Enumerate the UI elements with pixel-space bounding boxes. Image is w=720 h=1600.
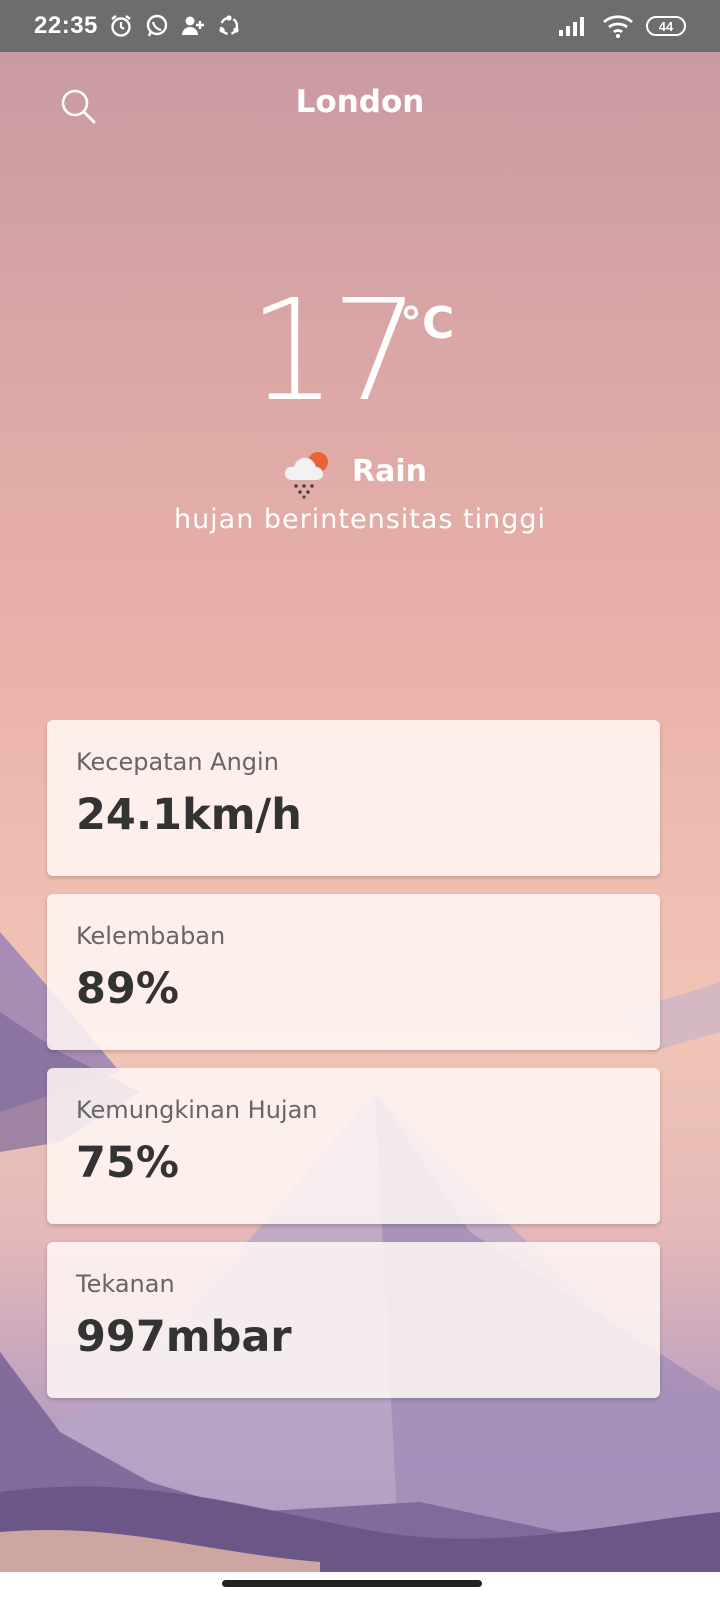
home-indicator[interactable] bbox=[222, 1580, 482, 1587]
battery-icon: 44 bbox=[646, 16, 686, 36]
stat-card-wind-speed: Kecepatan Angin 24.1km/h bbox=[47, 720, 660, 876]
person-add-icon bbox=[180, 13, 206, 39]
status-right: 44 bbox=[558, 14, 686, 38]
weather-condition: Rain bbox=[0, 448, 720, 504]
status-bar: 22:35 44 bbox=[0, 0, 720, 52]
stat-label: Tekanan bbox=[76, 1270, 175, 1298]
stat-value: 24.1km/h bbox=[76, 790, 302, 840]
battery-level: 44 bbox=[658, 18, 674, 34]
temperature-display: 17 °C bbox=[0, 282, 720, 432]
stat-value: 75% bbox=[76, 1138, 179, 1188]
condition-label: Rain bbox=[352, 454, 427, 489]
weather-screen: London 17 °C Rain hujan berintensitas ti… bbox=[0, 52, 720, 1572]
header: London bbox=[0, 80, 720, 130]
stat-label: Kemungkinan Hujan bbox=[76, 1096, 318, 1124]
whatsapp-icon bbox=[144, 13, 170, 39]
stat-label: Kecepatan Angin bbox=[76, 748, 279, 776]
alarm-icon bbox=[108, 13, 134, 39]
status-time: 22:35 bbox=[34, 12, 98, 39]
condition-description: hujan berintensitas tinggi bbox=[173, 504, 547, 535]
system-nav-bar bbox=[0, 1572, 720, 1600]
sync-icon bbox=[216, 13, 242, 39]
stat-label: Kelembaban bbox=[76, 922, 226, 950]
stat-value: 89% bbox=[76, 964, 179, 1014]
stat-card-pressure: Tekanan 997mbar bbox=[47, 1242, 660, 1398]
stat-card-rain-chance: Kemungkinan Hujan 75% bbox=[47, 1068, 660, 1224]
stats-list: Kecepatan Angin 24.1km/h Kelembaban 89% … bbox=[47, 720, 660, 1416]
status-left: 22:35 bbox=[34, 12, 242, 40]
wifi-icon bbox=[602, 14, 634, 38]
city-name: London bbox=[295, 84, 425, 120]
rain-cloud-sun-icon bbox=[282, 448, 334, 500]
stat-value: 997mbar bbox=[76, 1312, 292, 1362]
temperature-value: 17 bbox=[248, 270, 420, 433]
signal-icon bbox=[558, 15, 590, 37]
temperature-unit: °C bbox=[400, 298, 455, 349]
stat-card-humidity: Kelembaban 89% bbox=[47, 894, 660, 1050]
